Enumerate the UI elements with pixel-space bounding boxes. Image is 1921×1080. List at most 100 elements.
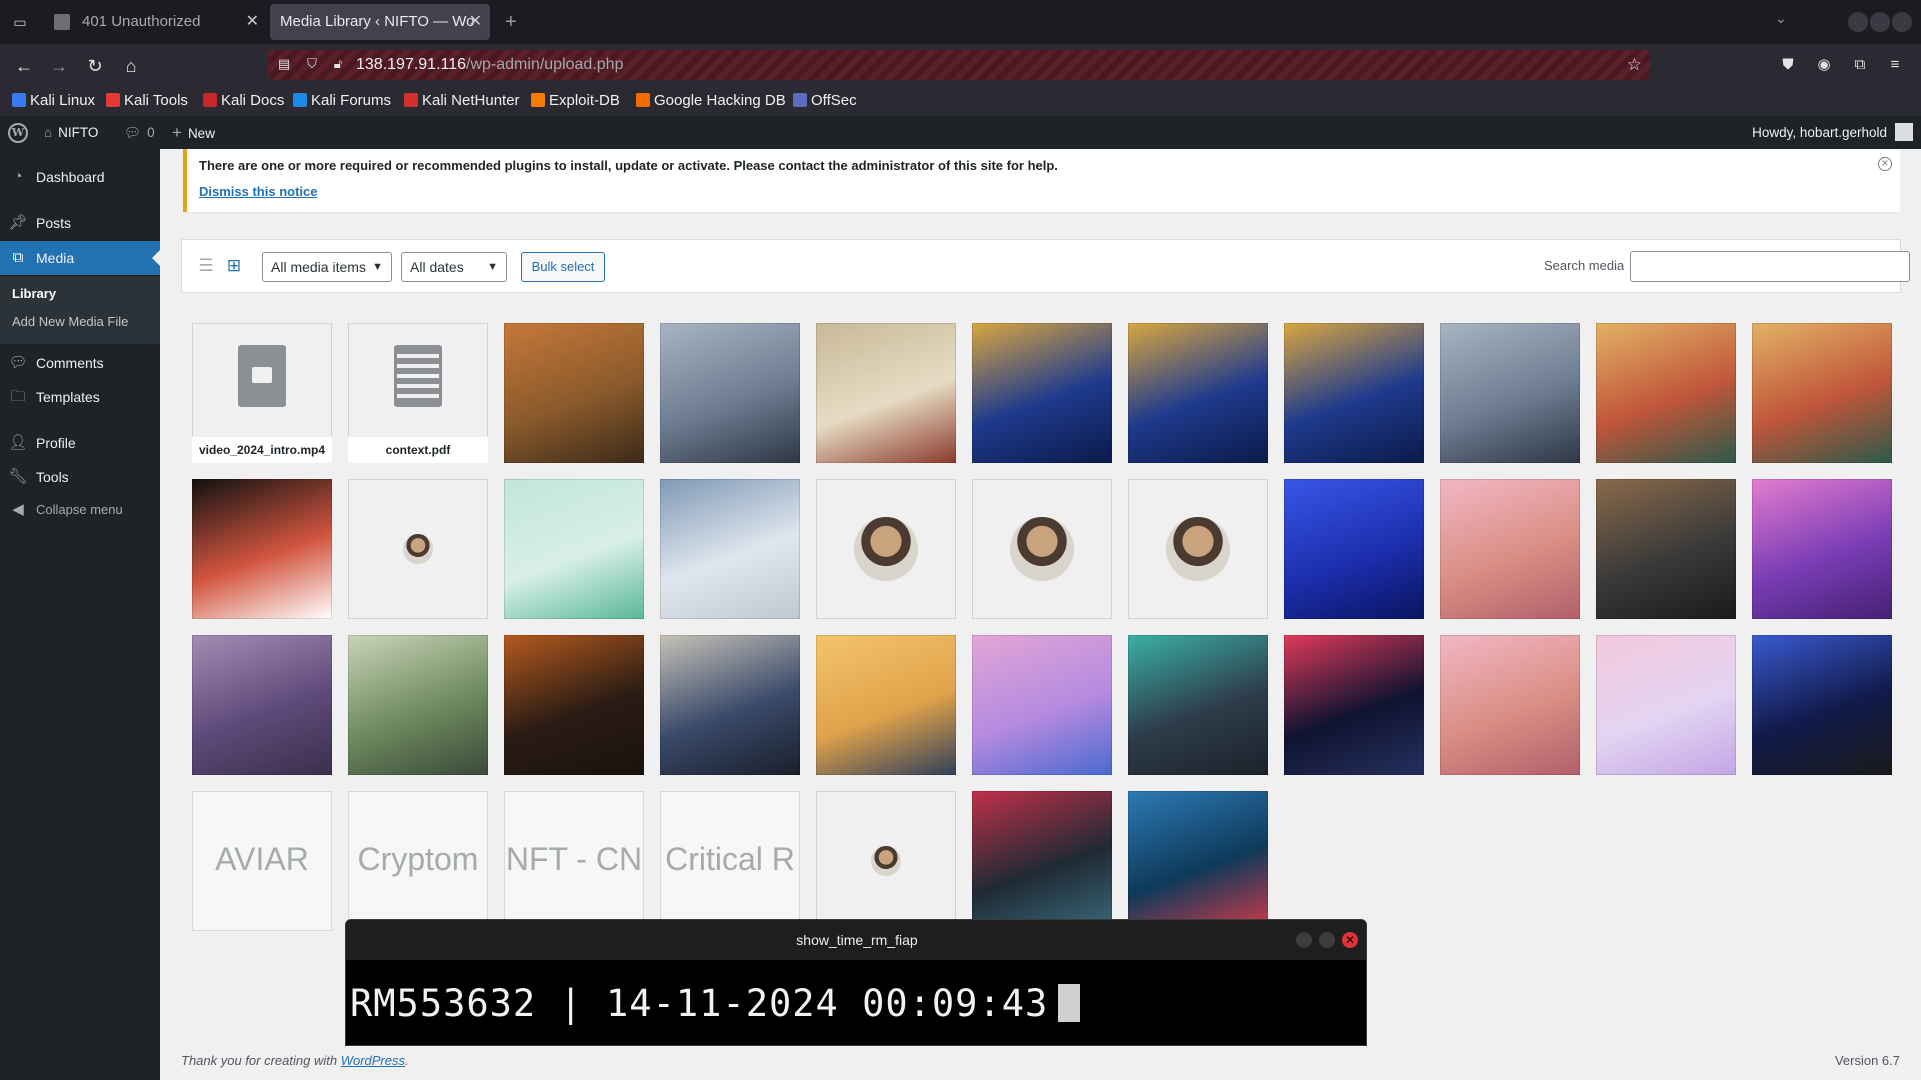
new-content-link[interactable]: + New [172, 116, 215, 150]
sidebar-item-dashboard[interactable]: ◔ Dashboard [0, 160, 160, 194]
terminal-close-icon[interactable]: ✕ [1342, 932, 1358, 948]
media-type-filter[interactable]: All media items ▼ [262, 252, 392, 282]
bookmark-google-hacking-db[interactable]: Google Hacking DB [636, 86, 786, 116]
media-item[interactable] [816, 635, 956, 775]
account-icon[interactable]: ◉ [1813, 54, 1835, 76]
bookmark-kali-nethunter[interactable]: Kali NetHunter [404, 86, 520, 116]
bookmark-kali-docs[interactable]: Kali Docs [203, 86, 284, 116]
wordpress-link[interactable]: WordPress [341, 1053, 405, 1068]
media-item[interactable] [1128, 791, 1268, 931]
shield-icon[interactable]: ⛉ [304, 56, 320, 72]
collapse-menu-button[interactable]: ◀ Collapse menu [0, 493, 160, 527]
avatar[interactable] [1895, 123, 1913, 141]
bookmark-star-icon[interactable]: ☆ [1627, 55, 1642, 75]
sidebar-item-tools[interactable]: 🔧︎ Tools [0, 460, 160, 494]
terminal-window[interactable]: show_time_rm_fiap ✕ RM553632 | 14-11-202… [345, 919, 1367, 1046]
bookmark-kali-forums[interactable]: Kali Forums [293, 86, 391, 116]
media-item[interactable] [1128, 635, 1268, 775]
media-item[interactable] [348, 635, 488, 775]
media-item[interactable] [1284, 635, 1424, 775]
extensions-icon[interactable]: ⧉ [1849, 54, 1871, 76]
search-media-input[interactable] [1630, 251, 1910, 282]
media-item[interactable] [348, 479, 488, 619]
grid-view-icon[interactable]: ⊞ [224, 256, 244, 276]
media-item[interactable]: Cryptom [348, 791, 488, 931]
page-info-icon[interactable]: ▤ [276, 56, 292, 72]
close-window-button[interactable] [1892, 12, 1912, 32]
list-view-icon[interactable]: ☰ [196, 256, 216, 276]
user-account-menu[interactable]: Howdy, hobart.gerhold [1752, 116, 1887, 149]
media-item[interactable]: Critical R [660, 791, 800, 931]
media-item[interactable] [660, 635, 800, 775]
bookmark-kali-linux[interactable]: Kali Linux [12, 86, 95, 116]
media-item[interactable] [972, 635, 1112, 775]
sidebar-item-profile[interactable]: 👤︎ Profile [0, 426, 160, 460]
media-item[interactable] [192, 635, 332, 775]
sidebar-item-comments[interactable]: 💬︎ Comments [0, 346, 160, 380]
media-item[interactable] [504, 323, 644, 463]
bulk-select-button[interactable]: Bulk select [521, 252, 605, 282]
media-item[interactable]: video_2024_intro.mp4 [192, 323, 332, 463]
media-item[interactable] [972, 323, 1112, 463]
reload-icon[interactable]: ↻ [81, 52, 109, 80]
media-item[interactable] [1440, 479, 1580, 619]
media-item[interactable] [660, 323, 800, 463]
media-item[interactable] [1752, 479, 1892, 619]
media-item[interactable] [816, 479, 956, 619]
pocket-icon[interactable]: ⛊ [1777, 54, 1799, 76]
close-tab-icon[interactable]: ✕ [246, 4, 259, 40]
lock-icon[interactable]: 🔓︎ [330, 56, 346, 72]
media-item[interactable] [1596, 635, 1736, 775]
media-item[interactable] [660, 479, 800, 619]
back-arrow-icon[interactable]: ← [10, 52, 38, 80]
address-bar[interactable]: ▤ ⛉ 🔓︎ 138.197.91.116/wp-admin/upload.ph… [268, 50, 1650, 80]
media-item[interactable] [1284, 479, 1424, 619]
browser-tab-active[interactable]: Media Library ‹ NIFTO — Wo ✕ [270, 4, 490, 40]
media-item[interactable]: AVIAR [192, 791, 332, 931]
browser-tab[interactable]: 401 Unauthorized ✕ [42, 4, 267, 40]
media-item[interactable] [1440, 635, 1580, 775]
close-icon[interactable]: ✕ [1878, 157, 1892, 171]
submenu-item-add-new-media[interactable]: Add New Media File [12, 314, 128, 329]
media-item[interactable] [1440, 323, 1580, 463]
menu-icon[interactable]: ≡ [1884, 54, 1906, 76]
media-item[interactable] [972, 791, 1112, 931]
site-name-link[interactable]: ⌂ NIFTO [44, 116, 98, 149]
media-item[interactable] [1128, 479, 1268, 619]
media-item[interactable]: context.pdf [348, 323, 488, 463]
submenu-item-library[interactable]: Library [12, 286, 56, 301]
bookmark-exploit-db[interactable]: Exploit-DB [531, 86, 620, 116]
minimize-window-button[interactable] [1848, 12, 1868, 32]
bookmark-offsec[interactable]: OffSec [793, 86, 857, 116]
url-text[interactable]: 138.197.91.116/wp-admin/upload.php [356, 50, 623, 80]
wordpress-logo-icon[interactable]: W [8, 123, 28, 143]
maximize-window-button[interactable] [1870, 12, 1890, 32]
media-item[interactable] [192, 479, 332, 619]
comments-link[interactable]: 💬︎ 0 [124, 116, 155, 149]
sidebar-item-media[interactable]: ⧉ Media [0, 241, 160, 275]
media-item[interactable] [1752, 323, 1892, 463]
close-tab-icon[interactable]: ✕ [469, 4, 482, 40]
terminal-minimize-button[interactable] [1296, 932, 1312, 948]
terminal-maximize-button[interactable] [1319, 932, 1335, 948]
media-item[interactable] [1128, 323, 1268, 463]
media-item[interactable] [1752, 635, 1892, 775]
sidebar-item-templates[interactable]: 🗀︎ Templates [0, 380, 160, 414]
bookmark-kali-tools[interactable]: Kali Tools [106, 86, 188, 116]
dismiss-notice-link[interactable]: Dismiss this notice [199, 184, 317, 199]
media-item[interactable] [1596, 479, 1736, 619]
media-item[interactable] [816, 791, 956, 931]
tab-overview-icon[interactable]: ▭ [8, 10, 32, 34]
media-item[interactable] [816, 323, 956, 463]
home-icon[interactable]: ⌂ [117, 52, 145, 80]
media-item[interactable] [972, 479, 1112, 619]
new-tab-icon[interactable]: + [505, 10, 517, 34]
forward-arrow-icon[interactable]: → [45, 52, 73, 80]
chevron-down-icon[interactable]: ⌄ [1775, 10, 1787, 27]
sidebar-item-posts[interactable]: 📌︎ Posts [0, 206, 160, 240]
media-item[interactable] [1284, 323, 1424, 463]
terminal-title-bar[interactable]: show_time_rm_fiap ✕ [346, 920, 1366, 960]
media-item[interactable] [504, 635, 644, 775]
media-item[interactable]: NFT - CN [504, 791, 644, 931]
media-item[interactable] [504, 479, 644, 619]
